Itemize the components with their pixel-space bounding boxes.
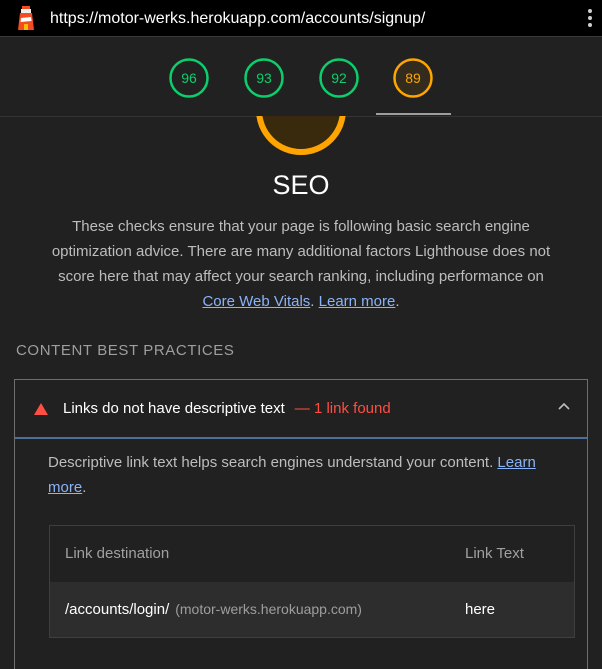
- audit-period-text: .: [82, 479, 87, 496]
- active-gauge-indicator: [376, 113, 451, 115]
- category-description-text: These checks ensure that your page is fo…: [51, 218, 551, 285]
- score-value: 89: [405, 70, 421, 86]
- core-web-vitals-link[interactable]: Core Web Vitals: [202, 293, 310, 310]
- score-value: 92: [331, 70, 347, 86]
- table-header: Link destination Link Text: [50, 526, 574, 582]
- link-destination-path: /accounts/login/: [65, 601, 170, 618]
- audit-details-table: Link destination Link Text /accounts/log…: [49, 525, 575, 638]
- score-gauge-accessibility[interactable]: 93: [243, 57, 285, 99]
- table-row: /accounts/login/ (motor-werks.herokuapp.c…: [50, 582, 574, 637]
- lighthouse-logo-icon: [18, 6, 34, 30]
- score-gauge-best-practices[interactable]: 92: [318, 57, 360, 99]
- link-text-cell: here: [465, 601, 496, 618]
- category-title: SEO: [272, 170, 330, 200]
- column-header-link-text: Link Text: [465, 545, 524, 562]
- audit-title: Links do not have descriptive text — 1 li…: [63, 380, 391, 438]
- audit-count: 1 link found: [313, 400, 391, 417]
- score-header: 96 93 92 89: [0, 38, 602, 117]
- audit-description-text: Descriptive link text helps search engin…: [48, 454, 498, 471]
- separator-text: .: [310, 293, 319, 310]
- url-text: https://motor-werks.herokuapp.com/accoun…: [50, 10, 426, 27]
- column-header-link-destination: Link destination: [65, 545, 170, 562]
- seo-big-gauge: [255, 116, 347, 156]
- browser-top-bar: https://motor-werks.herokuapp.com/accoun…: [0, 0, 602, 37]
- period-text: .: [395, 293, 400, 310]
- category-description: These checks ensure that your page is fo…: [44, 214, 558, 314]
- link-destination-cell: /accounts/login/ (motor-werks.herokuapp.c…: [65, 582, 362, 637]
- group-title: CONTENT BEST PRACTICES: [16, 342, 235, 359]
- chevron-up-icon[interactable]: [558, 402, 570, 410]
- audit-dash: —: [294, 400, 310, 417]
- fail-triangle-icon: [34, 403, 48, 415]
- score-gauge-performance[interactable]: 96: [168, 57, 210, 99]
- audit-header[interactable]: Links do not have descriptive text — 1 li…: [15, 380, 587, 439]
- more-options-icon[interactable]: [586, 9, 594, 29]
- audit-title-text: Links do not have descriptive text: [63, 400, 285, 417]
- score-gauge-seo[interactable]: 89: [392, 57, 434, 99]
- big-gauge-ring-icon: [256, 116, 346, 155]
- link-destination-host: (motor-werks.herokuapp.com): [175, 601, 362, 617]
- audit-description: Descriptive link text helps search engin…: [48, 450, 558, 500]
- learn-more-link[interactable]: Learn more: [319, 293, 396, 310]
- audit-card: Links do not have descriptive text — 1 li…: [14, 379, 588, 669]
- score-value: 93: [256, 70, 272, 86]
- score-value: 96: [181, 70, 197, 86]
